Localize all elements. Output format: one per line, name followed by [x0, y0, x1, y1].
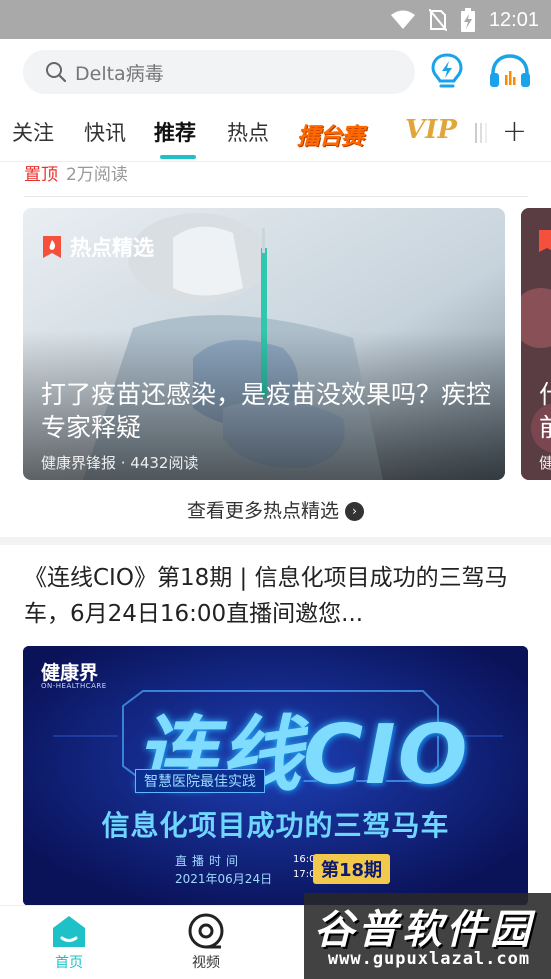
chevron-right-icon: › — [345, 502, 364, 521]
nav-home[interactable]: 首页 — [29, 906, 109, 979]
home-icon — [53, 916, 85, 947]
battery-charging-icon — [460, 8, 475, 32]
banner-date: 2021年06月24日 — [175, 872, 273, 886]
status-time: 12:01 — [488, 8, 539, 31]
watermark-url: www.gupuxlazal.com — [327, 949, 531, 969]
tab-hot[interactable]: 热点 — [227, 117, 269, 147]
hot-pick-label: 热点精选 — [70, 236, 154, 260]
banner-live-label: 直播时间 — [175, 854, 244, 868]
read-count: 2万阅读 — [66, 165, 128, 185]
wifi-icon — [390, 10, 415, 29]
banner-logo: 健康界 — [41, 662, 99, 684]
banner-subtitle: 信息化项目成功的三驾马车 — [101, 809, 450, 842]
search-icon — [46, 62, 67, 83]
article-banner-image[interactable]: 健康界 ON-HEALTHCARE 连线CIO 智慧医院最佳实践 信息化项目成功… — [23, 646, 528, 906]
video-disc-icon — [188, 913, 224, 949]
next-card-source-fragment: 健 — [539, 454, 551, 472]
headset-icon[interactable] — [488, 53, 532, 91]
tab-follow[interactable]: 关注 — [12, 117, 54, 147]
next-card-title-fragment: 什 前 — [539, 378, 551, 444]
more-tabs-fade-icon — [475, 123, 487, 143]
site-watermark: 谷普软件园 www.gupuxlazal.com — [304, 893, 551, 979]
watermark-title: 谷普软件园 — [314, 907, 534, 953]
no-sim-icon — [428, 9, 447, 31]
see-more-hot-picks-link[interactable]: 查看更多热点精选 › — [0, 496, 551, 523]
hot-pick-tag: 热点精选 — [41, 232, 154, 262]
active-tab-indicator — [160, 155, 196, 159]
hot-pick-title: 打了疫苗还感染，是疫苗没效果吗？疾控专家释疑 — [41, 380, 492, 442]
add-channel-button[interactable]: + — [502, 114, 527, 149]
see-more-label: 查看更多热点精选 — [186, 500, 339, 522]
tab-vip[interactable]: VIP — [405, 115, 457, 145]
article-title[interactable]: 《连线CIO》第18期 | 信息化项目成功的三驾马车，6月24日16:00直播间… — [24, 560, 534, 632]
hot-pick-card[interactable]: 热点精选 打了疫苗还感染，是疫苗没效果吗？疾控专家释疑 健康界锋报 · 4432… — [23, 208, 505, 480]
next-hot-pick-card[interactable]: 什 前 健 — [521, 208, 551, 480]
status-bar: 12:01 — [0, 0, 551, 39]
nav-video[interactable]: 视频 — [166, 906, 246, 979]
search-placeholder: Delta病毒 — [75, 62, 164, 85]
banner-ribbon: 智慧医院最佳实践 — [135, 769, 265, 793]
lightbulb-icon[interactable] — [430, 53, 464, 91]
tab-flash-news[interactable]: 快讯 — [84, 117, 126, 147]
status-icons: 12:01 — [390, 6, 539, 34]
banner-logo-subtitle: ON-HEALTHCARE — [41, 682, 107, 690]
tab-leitai[interactable]: 擂台赛 — [297, 117, 364, 151]
list-divider — [24, 196, 528, 197]
section-gap — [0, 537, 551, 545]
channel-tabs: 关注 快讯 推荐 热点 擂台赛 VIP + — [0, 109, 551, 161]
flame-bookmark-icon — [43, 236, 61, 258]
top-bar: Delta病毒 — [0, 39, 551, 109]
banner-issue-badge: 第18期 — [313, 854, 391, 884]
pinned-item-meta: 置顶 2万阅读 — [24, 160, 128, 185]
search-input[interactable]: Delta病毒 — [23, 50, 415, 94]
nav-video-label: 视频 — [192, 955, 220, 971]
hot-pick-source: 健康界锋报 · 4432阅读 — [41, 454, 199, 472]
tab-recommend[interactable]: 推荐 — [154, 117, 196, 147]
pinned-badge: 置顶 — [24, 165, 58, 185]
nav-home-label: 首页 — [55, 955, 83, 971]
